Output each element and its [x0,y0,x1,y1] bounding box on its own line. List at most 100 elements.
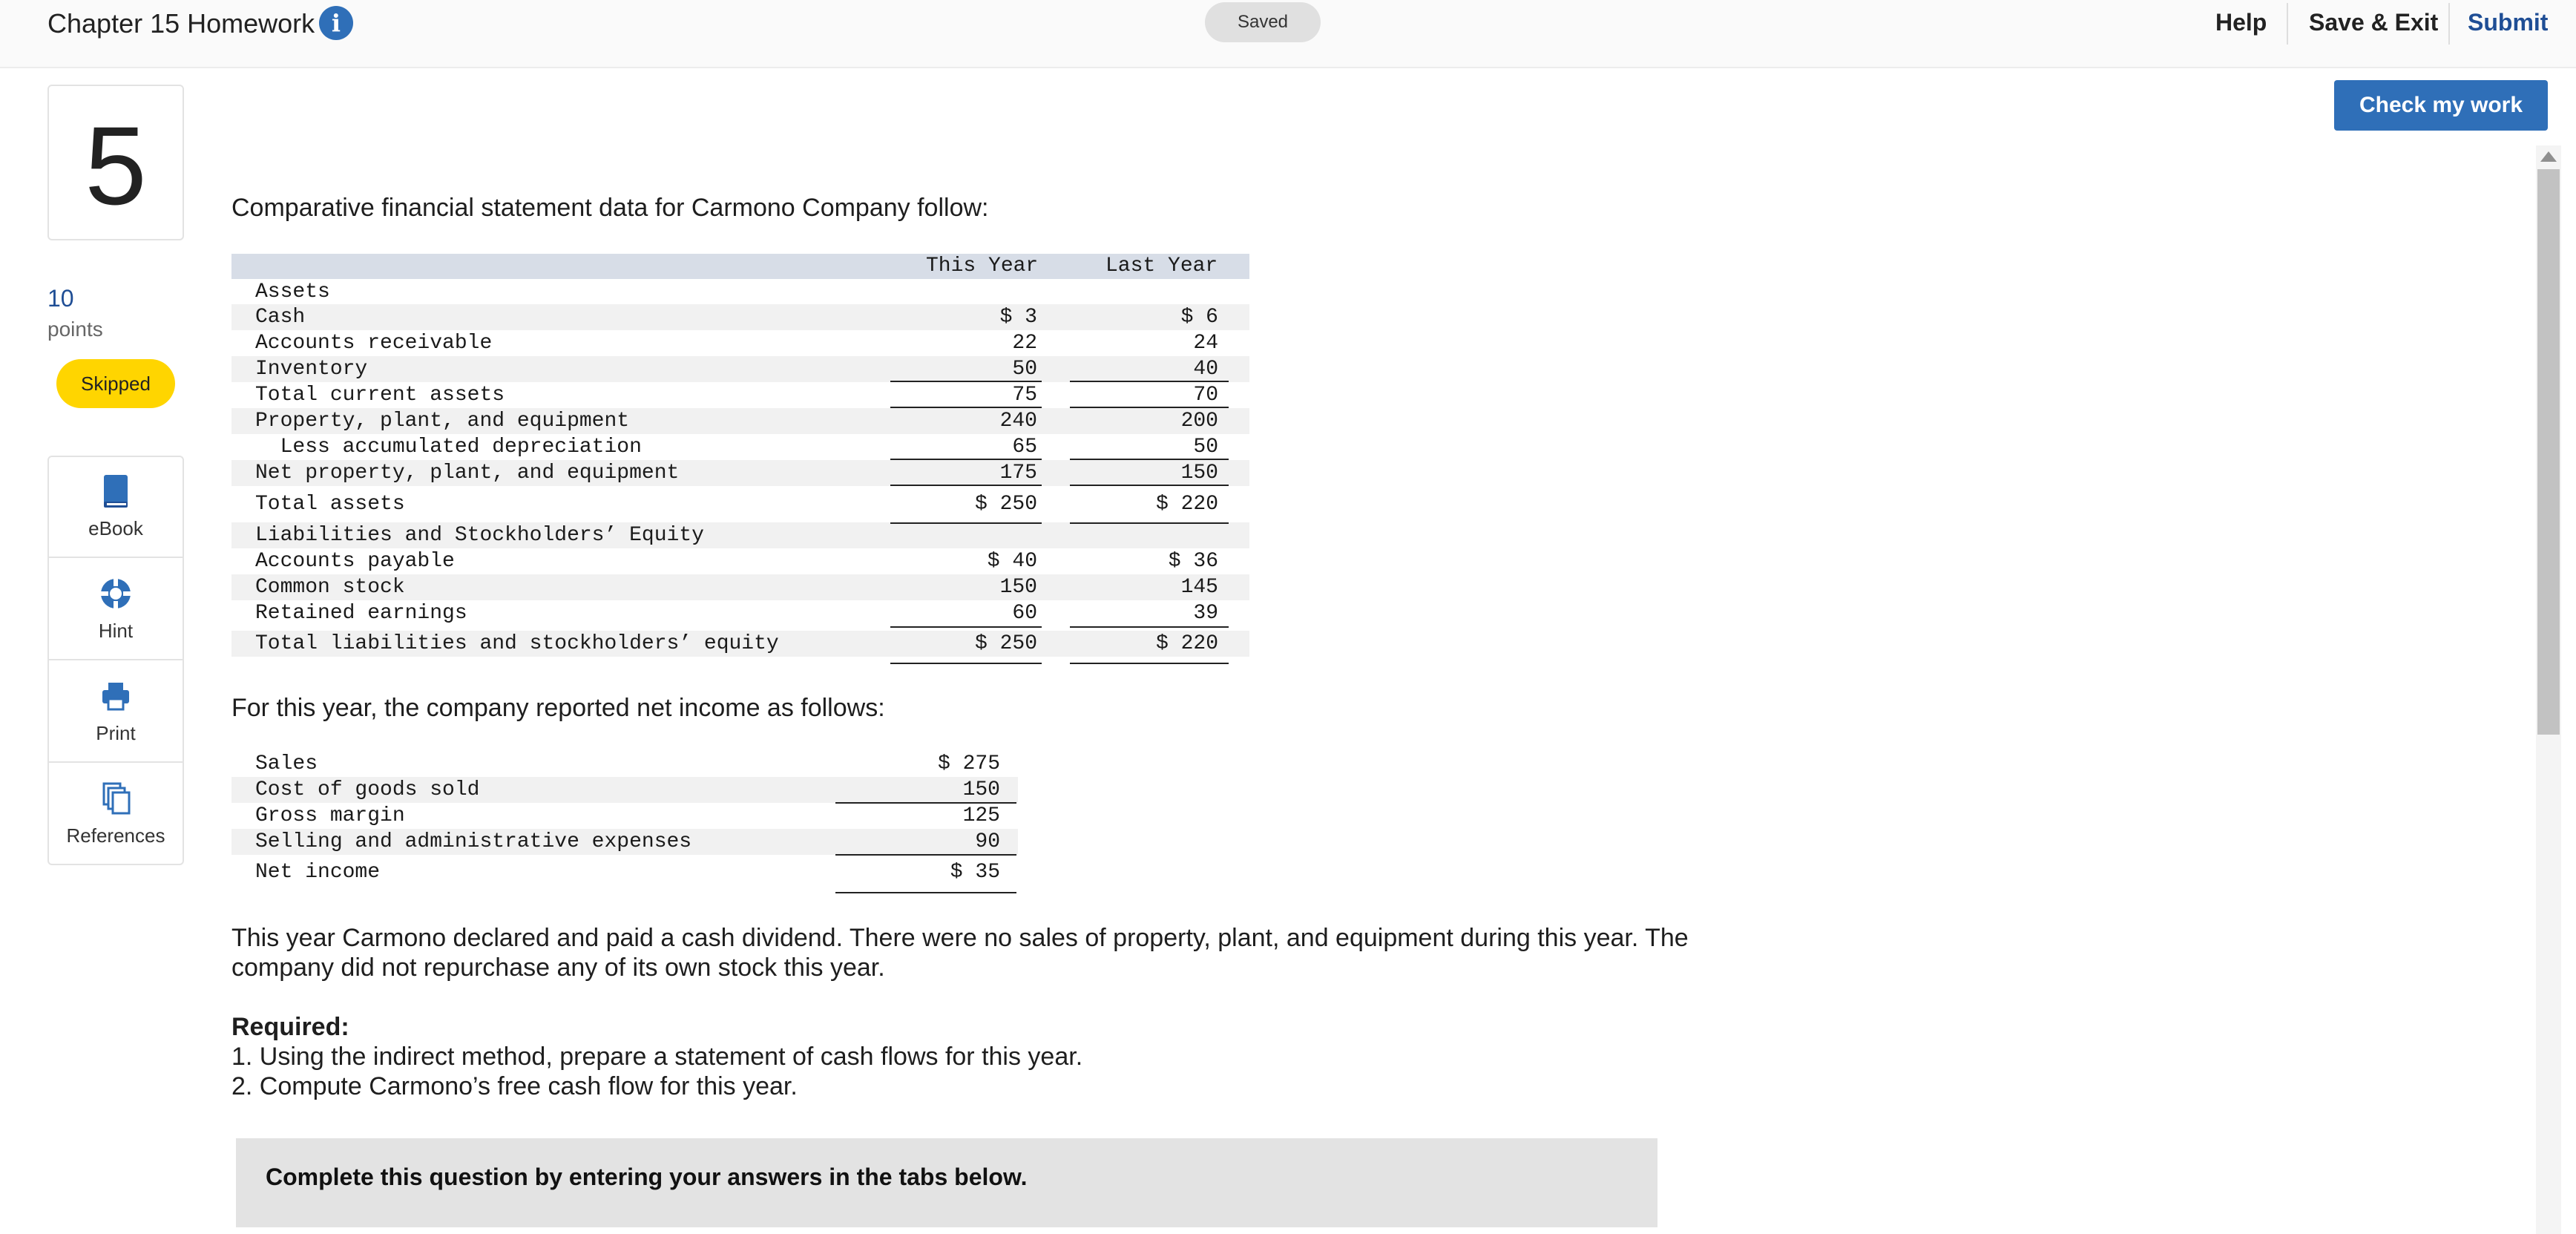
row-label: Accounts receivable [255,332,493,355]
row-label: Selling and administrative expenses [255,830,692,853]
underline-rule [835,892,1016,893]
underline-rule [1070,381,1229,382]
table-row: Accounts payable $ 40 $ 36 [231,548,1249,574]
divider [2287,3,2288,45]
underline-rule [890,485,1042,486]
tools-panel: eBook Hint Print References [47,456,184,865]
paragraph-line: company did not repurchase any of its ow… [231,954,885,982]
amount-value: $ 275 [937,752,1000,775]
table-row: Cash $ 3 $ 6 [231,304,1249,330]
paragraph-line: This year Carmono declared and paid a ca… [231,924,1689,952]
row-label: Retained earnings [255,602,467,625]
check-my-work-button[interactable]: Check my work [2334,80,2548,131]
underline-rule [1070,485,1229,486]
underline-rule [1070,459,1229,460]
row-label: Common stock [255,576,405,599]
underline-rule [890,459,1042,460]
row-label: Inventory [255,358,368,381]
table-row: Liabilities and Stockholders’ Equity [231,522,1249,548]
table-row: Cost of goods sold 150 [231,777,1018,803]
this-year-value: 22 [1012,332,1037,355]
table-row: Selling and administrative expenses 90 [231,829,1018,855]
amount-value: $ 35 [950,861,1000,884]
underline-rule [890,407,1042,408]
table-row: Retained earnings 60 39 [231,600,1249,626]
column-header-last-year: Last Year [1105,255,1218,278]
help-link[interactable]: Help [2215,6,2267,39]
submit-link[interactable]: Submit [2468,6,2548,39]
points-value: 10 [47,285,74,312]
this-year-value: 60 [1012,602,1037,625]
income-intro-text: For this year, the company reported net … [231,694,885,722]
row-label: Property, plant, and equipment [255,410,630,433]
table-row: Total assets $ 250 $ 220 [231,491,1249,517]
points-label: points [47,318,103,341]
references-button[interactable]: References [49,764,183,865]
row-label: Sales [255,752,318,775]
row-label: Total current assets [255,384,505,407]
scrollbar-thumb[interactable] [2537,169,2560,735]
scroll-up-arrow-icon[interactable] [2540,151,2557,162]
save-exit-link[interactable]: Save & Exit [2309,6,2438,39]
saved-status: Saved [1205,2,1321,42]
amount-value: 150 [962,778,1000,801]
underline-rule [835,802,1016,804]
question-number-box: 5 [47,85,184,240]
last-year-value: $ 36 [1168,550,1218,573]
row-label: Liabilities and Stockholders’ Equity [255,524,704,547]
table-row: Property, plant, and equipment 240 200 [231,408,1249,434]
row-label: Net property, plant, and equipment [255,462,680,485]
ebook-button[interactable]: eBook [49,457,183,558]
print-button[interactable]: Print [49,662,183,763]
ebook-label: eBook [88,517,143,539]
hint-label: Hint [98,620,134,642]
table-row: Net income $ 35 [231,859,1018,885]
row-label: Less accumulated depreciation [255,436,642,459]
row-label: Cost of goods sold [255,778,480,801]
column-header-this-year: This Year [926,255,1039,278]
underline-rule [890,663,1042,664]
last-year-value: $ 6 [1180,306,1218,329]
this-year-value: 75 [1012,384,1037,407]
row-label: Assets [255,280,330,303]
last-year-value: $ 220 [1155,493,1218,516]
assignment-title: Chapter 15 Homework [47,8,315,39]
required-heading: Required: [231,1013,349,1041]
intro-text: Comparative financial statement data for… [231,194,989,222]
book-icon [104,475,128,508]
this-year-value: $ 40 [987,550,1037,573]
table-row: Gross margin 125 [231,803,1018,829]
last-year-value: 24 [1193,332,1218,355]
this-year-value: 240 [999,410,1037,433]
table-row: Total current assets 75 70 [231,382,1249,408]
table-row: Assets [231,279,1249,305]
last-year-value: $ 220 [1155,632,1218,655]
last-year-value: 150 [1180,462,1218,485]
row-label: Net income [255,861,381,884]
lifebuoy-icon [101,579,131,608]
last-year-value: 50 [1193,436,1218,459]
table-row: Sales $ 275 [231,751,1018,777]
hint-button[interactable]: Hint [49,559,183,660]
underline-rule [1070,663,1229,664]
last-year-value: 70 [1193,384,1218,407]
last-year-value: 200 [1180,410,1218,433]
this-year-value: 175 [999,462,1037,485]
required-item: 2. Compute Carmono’s free cash flow for … [231,1072,798,1100]
table-row: Less accumulated depreciation 65 50 [231,434,1249,460]
row-label: Cash [255,306,306,329]
row-label: Accounts payable [255,550,455,573]
top-bar: Chapter 15 Homework i Saved Help Save & … [0,0,2576,68]
underline-rule [890,626,1042,628]
row-label: Total assets [255,493,405,516]
last-year-value: 39 [1193,602,1218,625]
underline-rule [1070,522,1229,524]
table-row: Total liabilities and stockholders’ equi… [231,631,1249,657]
this-year-value: 65 [1012,436,1037,459]
printer-icon [102,683,129,711]
last-year-value: 40 [1193,358,1218,381]
info-icon[interactable]: i [319,6,353,40]
this-year-value: $ 250 [974,493,1037,516]
underline-rule [890,522,1042,524]
this-year-value: 150 [999,576,1037,599]
